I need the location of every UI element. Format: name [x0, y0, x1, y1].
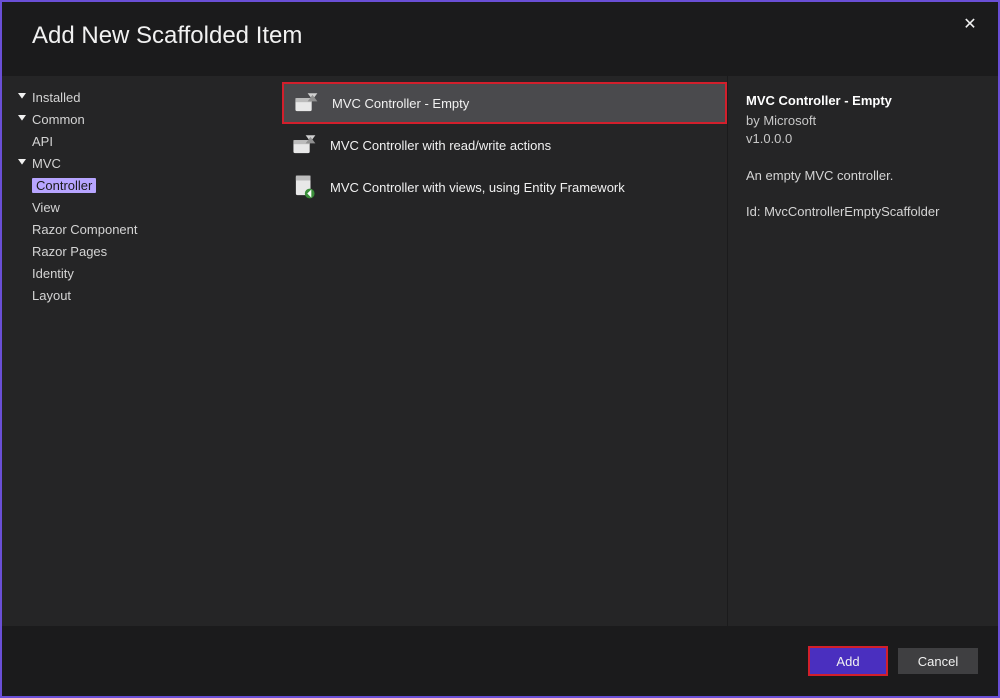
scaffold-dialog: ✕ Add New Scaffolded Item Installed Comm…	[0, 0, 1000, 698]
chevron-down-icon	[16, 157, 28, 169]
tree-node-razor-pages[interactable]: Razor Pages	[12, 240, 282, 262]
category-tree: Installed Common API MVC	[2, 76, 282, 626]
details-author: by Microsoft	[746, 112, 980, 130]
tree-node-identity[interactable]: Identity	[12, 262, 282, 284]
tree-node-controller[interactable]: Controller	[12, 174, 282, 196]
tree-node-razor-component[interactable]: Razor Component	[12, 218, 282, 240]
tree-node-layout[interactable]: Layout	[12, 284, 282, 306]
tree-label: Controller	[32, 178, 96, 193]
add-button[interactable]: Add	[808, 646, 888, 676]
template-list: MVC Controller - Empty MVC Controller wi…	[282, 76, 728, 626]
cancel-button[interactable]: Cancel	[898, 648, 978, 674]
template-label: MVC Controller with views, using Entity …	[330, 180, 625, 195]
tree-label: Layout	[32, 288, 71, 303]
tree-node-installed[interactable]: Installed	[12, 86, 282, 108]
details-id: Id: MvcControllerEmptyScaffolder	[746, 203, 980, 221]
details-pane: MVC Controller - Empty by Microsoft v1.0…	[728, 76, 998, 626]
template-label: MVC Controller - Empty	[332, 96, 469, 111]
details-description: An empty MVC controller.	[746, 167, 980, 185]
chevron-down-icon	[16, 91, 28, 103]
close-button[interactable]: ✕	[956, 10, 984, 38]
template-label: MVC Controller with read/write actions	[330, 138, 551, 153]
dialog-body: Installed Common API MVC	[2, 76, 998, 626]
details-title: MVC Controller - Empty	[746, 92, 980, 110]
tree-label: View	[32, 200, 60, 215]
tree-label: Razor Pages	[32, 244, 107, 259]
chevron-down-icon	[16, 113, 28, 125]
tree-label: API	[32, 134, 53, 149]
controller-icon	[292, 89, 320, 117]
tree-node-api[interactable]: API	[12, 130, 282, 152]
tree-node-view[interactable]: View	[12, 196, 282, 218]
details-id-label: Id:	[746, 204, 760, 219]
dialog-footer: Add Cancel	[2, 626, 998, 696]
tree-node-common[interactable]: Common	[12, 108, 282, 130]
tree-label: Installed	[32, 90, 80, 105]
close-icon: ✕	[963, 14, 976, 34]
tree-label: Razor Component	[32, 222, 138, 237]
title-bar: Add New Scaffolded Item	[2, 2, 998, 76]
tree-label: MVC	[32, 156, 61, 171]
tree-label: Identity	[32, 266, 74, 281]
tree-label: Common	[32, 112, 85, 127]
dialog-title: Add New Scaffolded Item	[32, 22, 968, 50]
controller-ef-icon	[290, 173, 318, 201]
details-id-value: MvcControllerEmptyScaffolder	[764, 204, 939, 219]
template-item-mvc-empty[interactable]: MVC Controller - Empty	[282, 82, 727, 124]
template-item-mvc-ef[interactable]: MVC Controller with views, using Entity …	[282, 166, 727, 208]
template-item-mvc-rw[interactable]: MVC Controller with read/write actions	[282, 124, 727, 166]
details-version: v1.0.0.0	[746, 130, 980, 148]
controller-icon	[290, 131, 318, 159]
tree-node-mvc[interactable]: MVC	[12, 152, 282, 174]
